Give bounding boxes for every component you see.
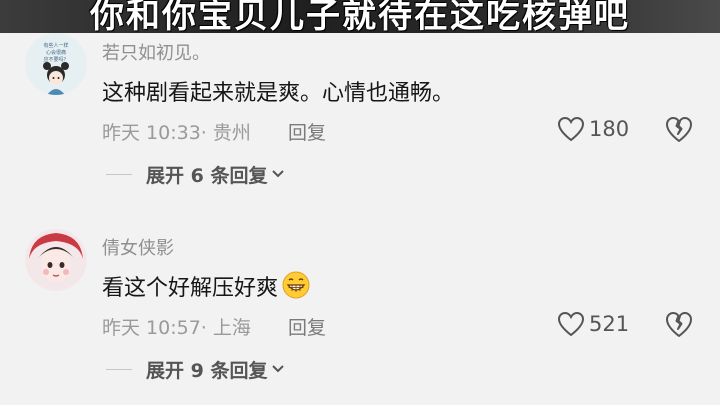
reply-button[interactable]: 回复 (288, 118, 326, 145)
broken-heart-icon (666, 312, 692, 337)
like-count: 180 (589, 117, 630, 141)
avatar[interactable] (25, 229, 87, 291)
reply-button[interactable]: 回复 (288, 313, 326, 340)
comment-username[interactable]: 倩女侠影 (102, 234, 174, 260)
comment-time: 昨天 10:33 (102, 122, 201, 144)
avatar-text-line: 心会很痛 (46, 49, 66, 56)
like-button[interactable]: 180 (557, 114, 629, 144)
comment-meta: 昨天 10:57· 上海 (102, 313, 251, 340)
dislike-button[interactable] (664, 310, 694, 340)
chevron-down-icon (272, 365, 285, 373)
expand-replies-label: 展开 6 条回复 (146, 164, 268, 187)
like-count: 521 (589, 312, 630, 336)
grinning-face-emoji (282, 271, 310, 299)
comment-text: 看这个好解压好爽 (102, 270, 310, 302)
broken-heart-icon (666, 117, 692, 142)
comment-username[interactable]: 若只如初见。 (102, 39, 210, 65)
video-subtitle-banner: 你和你宝贝儿子就待在这吃核弹吧 (0, 0, 720, 33)
comment-location: · 上海 (200, 317, 251, 339)
dislike-button[interactable] (664, 115, 694, 145)
expand-replies[interactable]: 展开 6 条回复 (106, 162, 285, 187)
comment-text: 这种剧看起来就是爽。心情也通畅。 (102, 81, 455, 106)
avatar[interactable]: 有些人一样 心会很痛 应不要吗？ (25, 33, 87, 95)
expand-replies-label: 展开 9 条回复 (146, 359, 268, 382)
video-subtitle-text: 你和你宝贝儿子就待在这吃核弹吧 (90, 0, 630, 33)
heart-outline-icon (557, 116, 585, 142)
heart-outline-icon (557, 311, 585, 337)
like-button[interactable]: 521 (557, 309, 629, 339)
avatar-text-line: 应不要吗？ (43, 56, 68, 63)
comment-time: 昨天 10:57 (102, 317, 201, 339)
chevron-down-icon (272, 170, 285, 178)
expand-divider (106, 368, 132, 370)
comment-location: · 贵州 (200, 122, 251, 144)
avatar-text-line: 有些人一样 (43, 42, 68, 49)
comment-meta: 昨天 10:33· 贵州 (102, 118, 251, 145)
expand-replies[interactable]: 展开 9 条回复 (106, 357, 285, 382)
comment-text-body: 看这个好解压好爽 (102, 276, 279, 301)
expand-divider (106, 173, 132, 175)
